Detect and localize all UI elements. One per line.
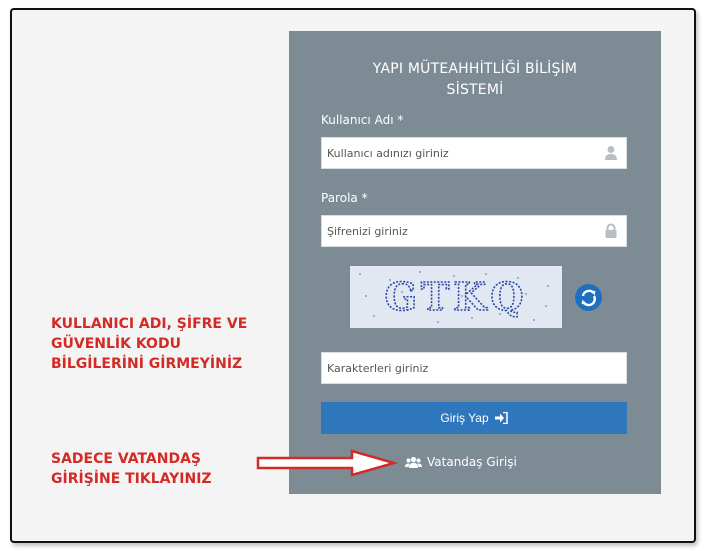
citizen-login-label: Vatandaş Girişi [427,455,517,469]
title-line-1: YAPI MÜTEAHHİTLİĞİ BİLİŞİM [372,61,578,77]
title-line-2: SİSTEMİ [446,82,504,98]
login-panel: YAPI MÜTEAHHİTLİĞİ BİLİŞİM SİSTEMİ Kulla… [289,31,661,494]
captcha-noise: GTKQ [350,266,562,328]
username-field-box [321,137,627,169]
arrow-icon [256,449,398,477]
captcha-input[interactable] [322,353,597,383]
instruction-line-1: SADECE VATANDAŞ [51,451,202,467]
password-label: Parola * [321,191,368,205]
instruction-line-2: GİRİŞİNE TIKLAYINIZ [51,471,212,487]
refresh-icon [581,289,596,307]
page-title: YAPI MÜTEAHHİTLİĞİ BİLİŞİM SİSTEMİ [289,59,661,101]
username-label: Kullanıcı Adı * [321,113,404,127]
instruction-note: SADECE VATANDAŞ GİRİŞİNE TIKLAYINIZ [51,449,212,489]
refresh-captcha-button[interactable] [575,284,602,311]
password-field-box [321,215,627,247]
username-input[interactable] [322,138,597,168]
password-input[interactable] [322,216,597,246]
user-icon [605,146,617,160]
login-button[interactable]: Giriş Yap [321,402,627,434]
lock-icon [605,223,617,238]
captcha-image: GTKQ [350,266,562,328]
login-button-label: Giriş Yap [440,411,489,425]
citizen-login-link[interactable]: Vatandaş Girişi [405,455,517,469]
warning-line-2: GÜVENLİK KODU [51,336,181,352]
captcha-field-box [321,352,627,384]
warning-note: KULLANICI ADI, ŞİFRE VE GÜVENLİK KODU Bİ… [51,314,247,374]
warning-line-3: BİLGİLERİNİ GİRMEYİNİZ [51,356,243,372]
captcha-text: GTKQ [385,274,528,319]
sign-in-icon [494,412,508,424]
warning-line-1: KULLANICI ADI, ŞİFRE VE [51,316,248,332]
users-icon [405,456,422,468]
